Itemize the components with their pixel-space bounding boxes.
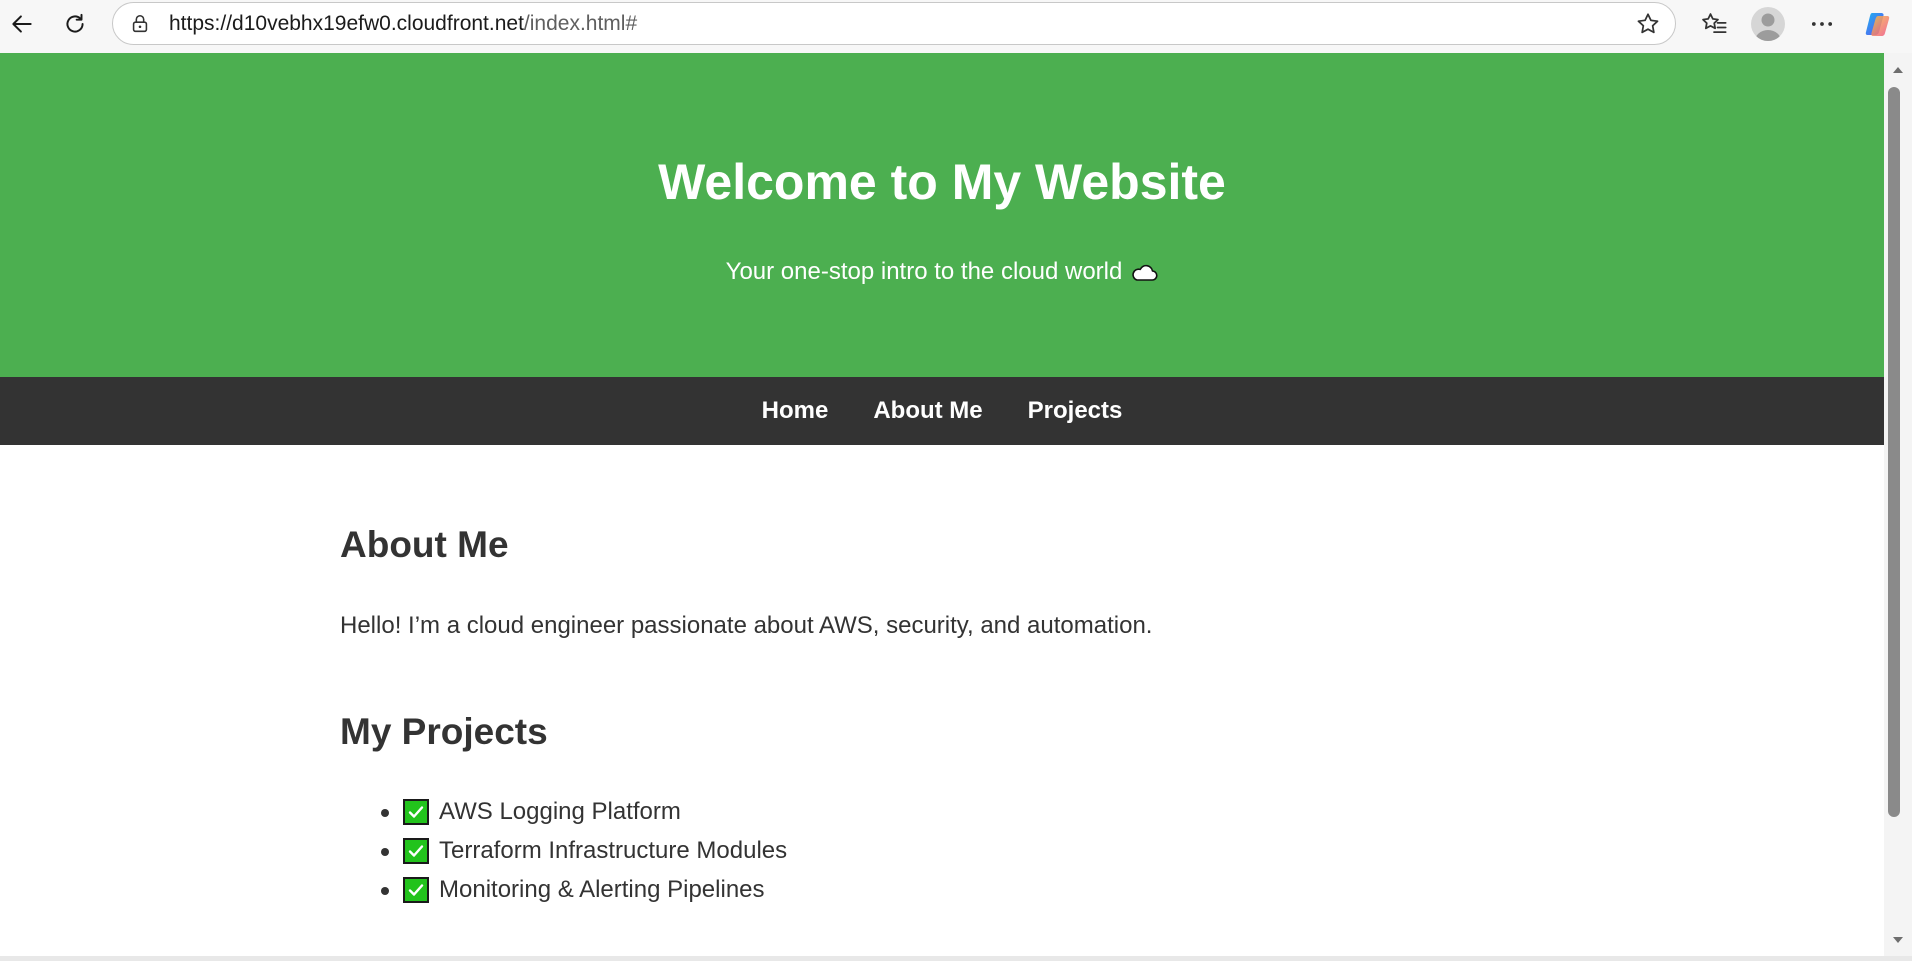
address-bar[interactable]: https://d10vebhx19efw0.cloudfront.net/in…: [112, 2, 1676, 45]
check-mark-icon: [403, 799, 429, 825]
projects-list: AWS Logging Platform Terraform Infrastru…: [340, 792, 787, 909]
profile-avatar[interactable]: [1751, 7, 1785, 41]
lock-icon[interactable]: [129, 13, 151, 35]
hero-subtitle-text: Your one-stop intro to the cloud world: [725, 258, 1123, 285]
reload-icon: [66, 13, 84, 33]
star-icon: [1637, 13, 1659, 34]
vertical-scrollbar[interactable]: [1884, 53, 1912, 956]
main-nav: Home About Me Projects: [0, 377, 1884, 445]
about-text: Hello! I’m a cloud engineer passionate a…: [340, 612, 1153, 639]
back-arrow-icon: [12, 15, 32, 33]
url-path: /index.html#: [523, 11, 638, 35]
list-item: Monitoring & Alerting Pipelines: [340, 870, 787, 909]
back-button[interactable]: [4, 6, 40, 42]
project-label: AWS Logging Platform: [439, 797, 681, 825]
copilot-button[interactable]: [1860, 6, 1896, 42]
scroll-up-icon[interactable]: [1891, 63, 1905, 77]
check-mark-icon: [403, 838, 429, 864]
hero-subtitle: Your one-stop intro to the cloud world: [0, 258, 1884, 286]
list-item: Terraform Infrastructure Modules: [340, 831, 787, 870]
more-options-icon: [1811, 22, 1833, 26]
check-mark-icon: [403, 877, 429, 903]
window-bottom-edge: [0, 956, 1912, 961]
about-heading: About Me: [340, 524, 509, 565]
list-item: AWS Logging Platform: [340, 792, 787, 831]
url-text[interactable]: https://d10vebhx19efw0.cloudfront.net/in…: [169, 12, 637, 36]
more-options-button[interactable]: [1804, 6, 1840, 42]
url-host: https://d10vebhx19efw0.cloudfront.net: [169, 11, 524, 35]
nav-link-home[interactable]: Home: [762, 397, 829, 425]
copilot-icon: [1865, 13, 1890, 36]
cloud-icon: [1132, 264, 1158, 281]
browser-toolbar: https://d10vebhx19efw0.cloudfront.net/in…: [0, 0, 1912, 53]
nav-link-about[interactable]: About Me: [873, 397, 982, 425]
favorites-icon: [1702, 13, 1727, 34]
project-label: Monitoring & Alerting Pipelines: [439, 875, 765, 903]
page-title: Welcome to My Website: [658, 154, 1226, 210]
avatar-icon: [1755, 13, 1781, 41]
project-label: Terraform Infrastructure Modules: [439, 836, 788, 864]
favorites-button[interactable]: [1696, 6, 1732, 42]
hero-header: Welcome to My Website Your one-stop intr…: [0, 53, 1884, 377]
favorite-button[interactable]: [1633, 9, 1663, 39]
page-viewport: Welcome to My Website Your one-stop intr…: [0, 53, 1884, 956]
projects-heading: My Projects: [340, 711, 548, 752]
scrollbar-thumb[interactable]: [1888, 87, 1900, 817]
scroll-down-icon[interactable]: [1891, 933, 1905, 947]
reload-button[interactable]: [57, 6, 93, 42]
nav-link-projects[interactable]: Projects: [1028, 397, 1123, 425]
